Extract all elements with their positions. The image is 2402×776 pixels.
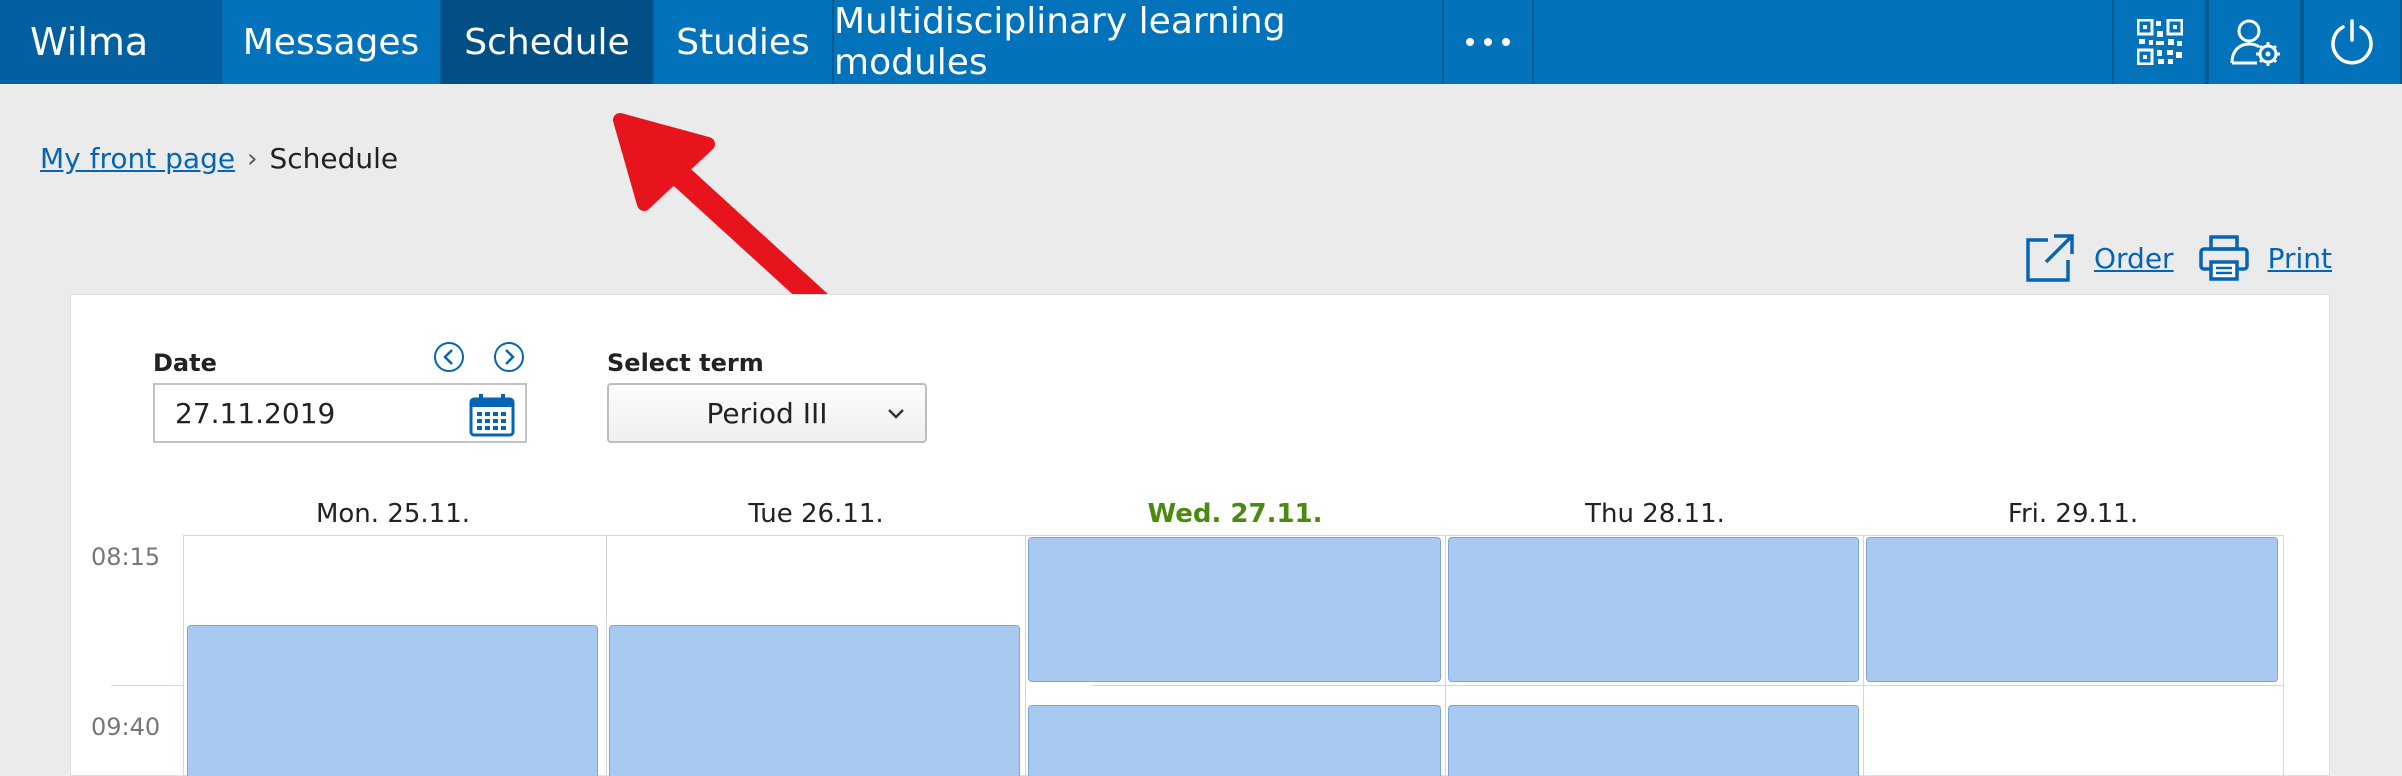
day-header-friday: Fri. 29.11. <box>2007 499 2139 529</box>
app-brand[interactable]: Wilma <box>0 0 222 84</box>
user-settings-icon <box>2230 19 2280 66</box>
calendar-icon[interactable] <box>469 393 515 437</box>
print-label: Print <box>2267 241 2332 275</box>
page-actions: Order Print <box>2024 232 2332 284</box>
day-header-thursday: Thu 28.11. <box>1585 499 1725 529</box>
lesson-block-thursday-2[interactable] <box>1448 705 1859 776</box>
nav-item-messages[interactable]: Messages <box>222 0 442 84</box>
term-value: Period III <box>706 396 828 430</box>
grid-line <box>111 685 183 686</box>
next-date-button[interactable] <box>493 341 525 373</box>
breadcrumb: My front page › Schedule <box>40 142 398 175</box>
grid-line <box>183 535 184 776</box>
power-icon <box>2331 19 2373 65</box>
logout-button[interactable] <box>2302 0 2402 84</box>
lesson-block-tuesday[interactable] <box>609 625 1020 776</box>
order-button[interactable]: Order <box>2024 232 2174 284</box>
term-select[interactable]: Period III <box>607 383 927 443</box>
term-label: Select term <box>607 349 764 377</box>
day-header-wednesday-today: Wed. 27.11. <box>1147 499 1323 529</box>
lesson-block-monday[interactable] <box>187 625 598 776</box>
lesson-block-wednesday-2[interactable] <box>1028 705 1441 776</box>
breadcrumb-separator: › <box>247 143 258 174</box>
previous-date-button[interactable] <box>433 341 465 373</box>
lesson-block-wednesday-1[interactable] <box>1028 537 1441 682</box>
order-label: Order <box>2094 241 2174 275</box>
time-label-0940: 09:40 <box>91 713 161 741</box>
top-navigation-bar: Wilma Messages Schedule Studies Multidis… <box>0 0 2402 84</box>
grid-line <box>2283 535 2284 776</box>
nav-item-schedule[interactable]: Schedule <box>442 0 654 84</box>
grid-line <box>183 535 2283 536</box>
time-label-0815: 08:15 <box>91 543 161 571</box>
breadcrumb-current: Schedule <box>269 142 399 175</box>
grid-line <box>1091 685 2283 686</box>
grid-line <box>606 535 607 776</box>
lesson-block-friday[interactable] <box>1866 537 2278 682</box>
grid-line <box>1863 535 1864 776</box>
more-menu-button[interactable] <box>1444 0 1534 84</box>
chevron-down-icon <box>888 409 904 419</box>
printer-icon <box>2198 235 2249 281</box>
breadcrumb-home-link[interactable]: My front page <box>40 142 235 175</box>
lesson-block-thursday-1[interactable] <box>1448 537 1859 682</box>
external-link-icon <box>2026 234 2074 282</box>
nav-item-learning-modules[interactable]: Multidisciplinary learning modules <box>834 0 1444 84</box>
user-settings-button[interactable] <box>2207 0 2302 84</box>
qr-code-icon <box>2136 19 2183 65</box>
day-header-monday: Mon. 25.11. <box>315 499 471 529</box>
more-dots-icon <box>1466 38 1510 46</box>
qr-code-button[interactable] <box>2112 0 2207 84</box>
date-input[interactable]: 27.11.2019 <box>153 383 527 443</box>
date-value: 27.11.2019 <box>175 396 336 430</box>
nav-item-studies[interactable]: Studies <box>654 0 834 84</box>
schedule-panel: Date 27.11.2019 Select term Period III M… <box>70 294 2330 776</box>
day-header-tuesday: Tue 26.11. <box>748 499 884 529</box>
print-button[interactable]: Print <box>2198 234 2332 282</box>
grid-line <box>1445 535 1446 776</box>
grid-line <box>1025 535 1026 776</box>
date-label: Date <box>153 349 217 377</box>
